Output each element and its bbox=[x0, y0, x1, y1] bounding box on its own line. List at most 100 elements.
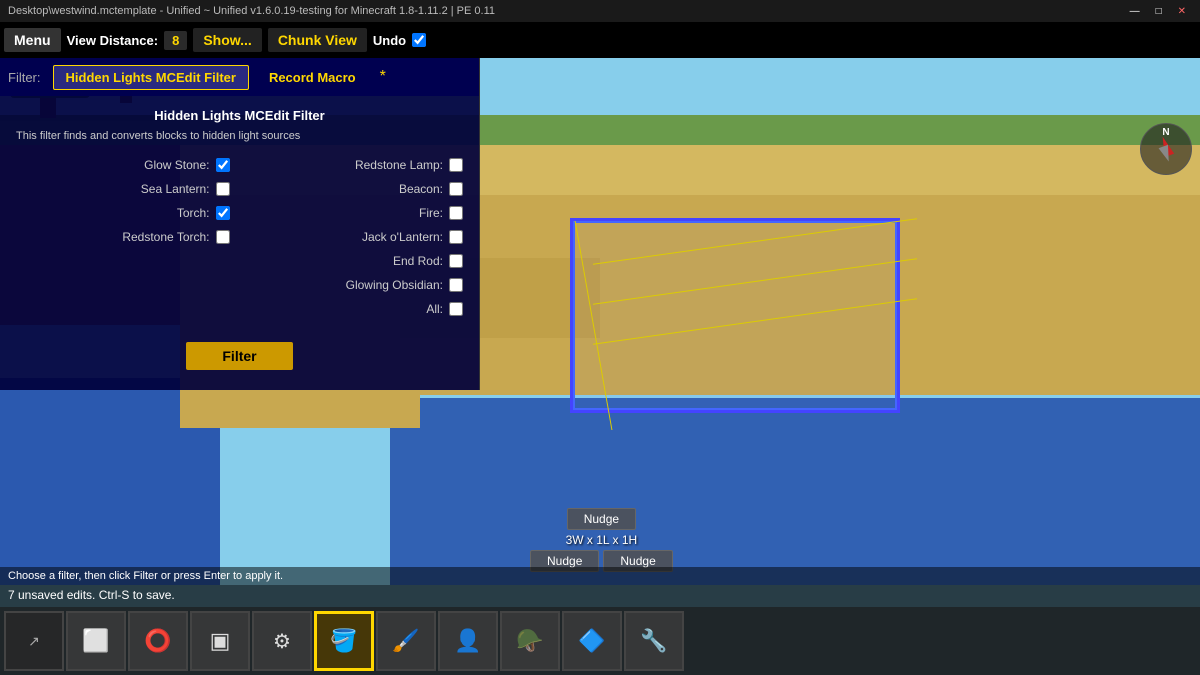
tool-3-icon: ⚙ bbox=[273, 629, 291, 654]
filter-col-left: Glow Stone: Sea Lantern: Torch: Redstone… bbox=[16, 158, 230, 326]
tool-9[interactable]: 🔧 bbox=[624, 611, 684, 671]
glowobs-label: Glowing Obsidian: bbox=[250, 278, 444, 292]
compass: N bbox=[1140, 123, 1192, 175]
torch-label: Torch: bbox=[16, 206, 210, 220]
tool-3[interactable]: ⚙ bbox=[252, 611, 312, 671]
tool-6-icon: 👤 bbox=[454, 628, 481, 654]
filter-tabs: Filter: Hidden Lights MCEdit Filter Reco… bbox=[0, 58, 479, 96]
redtorch-label: Redstone Torch: bbox=[16, 230, 210, 244]
filter-content-desc: This filter finds and converts blocks to… bbox=[16, 129, 463, 144]
tool-8[interactable]: 🔷 bbox=[562, 611, 622, 671]
tool-0-icon: ⬜ bbox=[82, 628, 109, 654]
fire-checkbox[interactable] bbox=[449, 206, 463, 220]
sel-left bbox=[573, 221, 575, 410]
sel-inner-mid2 bbox=[593, 298, 917, 345]
menubar: Menu View Distance: 8 Show... Chunk View… bbox=[0, 22, 1200, 58]
water bbox=[390, 398, 1200, 585]
minimize-button[interactable]: — bbox=[1124, 6, 1146, 17]
bottom-hint: Choose a filter, then click Filter or pr… bbox=[0, 567, 1200, 585]
glowobs-checkbox[interactable] bbox=[449, 278, 463, 292]
redlamp-checkbox[interactable] bbox=[449, 158, 463, 172]
filter-row-glowstone: Glow Stone: bbox=[16, 158, 230, 172]
tool-7[interactable]: 🪖 bbox=[500, 611, 560, 671]
undo-check-input[interactable] bbox=[412, 33, 426, 47]
beacon-label: Beacon: bbox=[250, 182, 444, 196]
glowstone-label: Glow Stone: bbox=[16, 158, 210, 172]
sel-right bbox=[895, 221, 897, 410]
tool-6[interactable]: 👤 bbox=[438, 611, 498, 671]
filter-row-redtorch: Redstone Torch: bbox=[16, 230, 230, 244]
filter-row-endrod: End Rod: bbox=[250, 254, 464, 268]
sel-inner-mid1 bbox=[593, 258, 917, 305]
titlebar: Desktop\westwind.mctemplate - Unified ~ … bbox=[0, 0, 1200, 22]
selection-box bbox=[570, 218, 900, 413]
filter-close-btn[interactable]: * bbox=[380, 68, 386, 86]
filter-row-redlamp: Redstone Lamp: bbox=[250, 158, 464, 172]
sealantern-checkbox[interactable] bbox=[216, 182, 230, 196]
tool-8-icon: 🔷 bbox=[578, 628, 605, 654]
tool-1-icon: ⭕ bbox=[144, 628, 171, 654]
filter-row-all: All: bbox=[250, 302, 464, 316]
tool-9-icon: 🔧 bbox=[640, 628, 667, 654]
status-text: 7 unsaved edits. Ctrl-S to save. bbox=[8, 588, 175, 602]
sel-inner-v1 bbox=[575, 221, 613, 430]
tool-5[interactable]: 🖌️ bbox=[376, 611, 436, 671]
jackolantern-label: Jack o'Lantern: bbox=[250, 230, 444, 244]
filter-row-beacon: Beacon: bbox=[250, 182, 464, 196]
titlebar-controls: — □ ✕ bbox=[1124, 6, 1192, 17]
view-distance-value: 8 bbox=[164, 31, 187, 50]
torch-checkbox[interactable] bbox=[216, 206, 230, 220]
tool-strip: ↗ ⬜ ⭕ ▣ ⚙ 🪣 🖌️ 👤 bbox=[0, 607, 1200, 675]
tool-4[interactable]: 🪣 bbox=[314, 611, 374, 671]
show-button[interactable]: Show... bbox=[193, 28, 261, 52]
maximize-button[interactable]: □ bbox=[1150, 6, 1168, 17]
redtorch-checkbox[interactable] bbox=[216, 230, 230, 244]
filter-content-title: Hidden Lights MCEdit Filter bbox=[16, 108, 463, 123]
all-checkbox[interactable] bbox=[449, 302, 463, 316]
tool-4-icon: 🪣 bbox=[330, 628, 357, 654]
filter-label: Filter: bbox=[8, 70, 41, 85]
filter-tab-1[interactable]: Hidden Lights MCEdit Filter bbox=[53, 65, 249, 90]
sealantern-label: Sea Lantern: bbox=[16, 182, 210, 196]
beacon-checkbox[interactable] bbox=[449, 182, 463, 196]
nudge-size-label: 3W x 1L x 1H bbox=[566, 533, 638, 547]
filter-col-right: Redstone Lamp: Beacon: Fire: Jack o'Lant… bbox=[250, 158, 464, 326]
hint-text: Choose a filter, then click Filter or pr… bbox=[8, 570, 283, 582]
tool-1[interactable]: ⭕ bbox=[128, 611, 188, 671]
glowstone-checkbox[interactable] bbox=[216, 158, 230, 172]
menu-button[interactable]: Menu bbox=[4, 28, 61, 52]
tool-0[interactable]: ⬜ bbox=[66, 611, 126, 671]
game-area: N Filter: Hidden Lights MCEdit Filter Re… bbox=[0, 58, 1200, 675]
sel-bottom bbox=[573, 408, 897, 410]
all-label: All: bbox=[250, 302, 444, 316]
close-button[interactable]: ✕ bbox=[1172, 6, 1192, 17]
filter-row-jackolantern: Jack o'Lantern: bbox=[250, 230, 464, 244]
filter-apply-button[interactable]: Filter bbox=[186, 342, 292, 370]
endrod-label: End Rod: bbox=[250, 254, 444, 268]
bottom-toolbar: 7 unsaved edits. Ctrl-S to save. ↗ ⬜ ⭕ ▣… bbox=[0, 585, 1200, 675]
undo-checkbox[interactable] bbox=[412, 33, 426, 47]
filter-row-torch: Torch: bbox=[16, 206, 230, 220]
filter-row-glowobs: Glowing Obsidian: bbox=[250, 278, 464, 292]
filter-tab-2[interactable]: Record Macro bbox=[257, 66, 368, 89]
jackolantern-checkbox[interactable] bbox=[449, 230, 463, 244]
filter-row-fire: Fire: bbox=[250, 206, 464, 220]
titlebar-title: Desktop\westwind.mctemplate - Unified ~ … bbox=[8, 5, 495, 17]
nudge-top-button[interactable]: Nudge bbox=[567, 508, 636, 530]
filter-btn-row: Filter bbox=[16, 342, 463, 370]
chunk-view-button[interactable]: Chunk View bbox=[268, 28, 367, 52]
filter-content: Hidden Lights MCEdit Filter This filter … bbox=[0, 96, 479, 390]
tool-arrow[interactable]: ↗ bbox=[4, 611, 64, 671]
view-distance-label: View Distance: bbox=[67, 33, 159, 48]
tool-2[interactable]: ▣ bbox=[190, 611, 250, 671]
tool-7-icon: 🪖 bbox=[516, 628, 543, 654]
fire-label: Fire: bbox=[250, 206, 444, 220]
filter-columns: Glow Stone: Sea Lantern: Torch: Redstone… bbox=[16, 158, 463, 326]
arrow-icon: ↗ bbox=[28, 633, 40, 650]
redlamp-label: Redstone Lamp: bbox=[250, 158, 444, 172]
tool-2-icon: ▣ bbox=[210, 628, 231, 654]
endrod-checkbox[interactable] bbox=[449, 254, 463, 268]
nudge-area: Nudge 3W x 1L x 1H Nudge Nudge bbox=[530, 508, 673, 572]
filter-row-sealantern: Sea Lantern: bbox=[16, 182, 230, 196]
status-bar: 7 unsaved edits. Ctrl-S to save. bbox=[0, 585, 1200, 607]
